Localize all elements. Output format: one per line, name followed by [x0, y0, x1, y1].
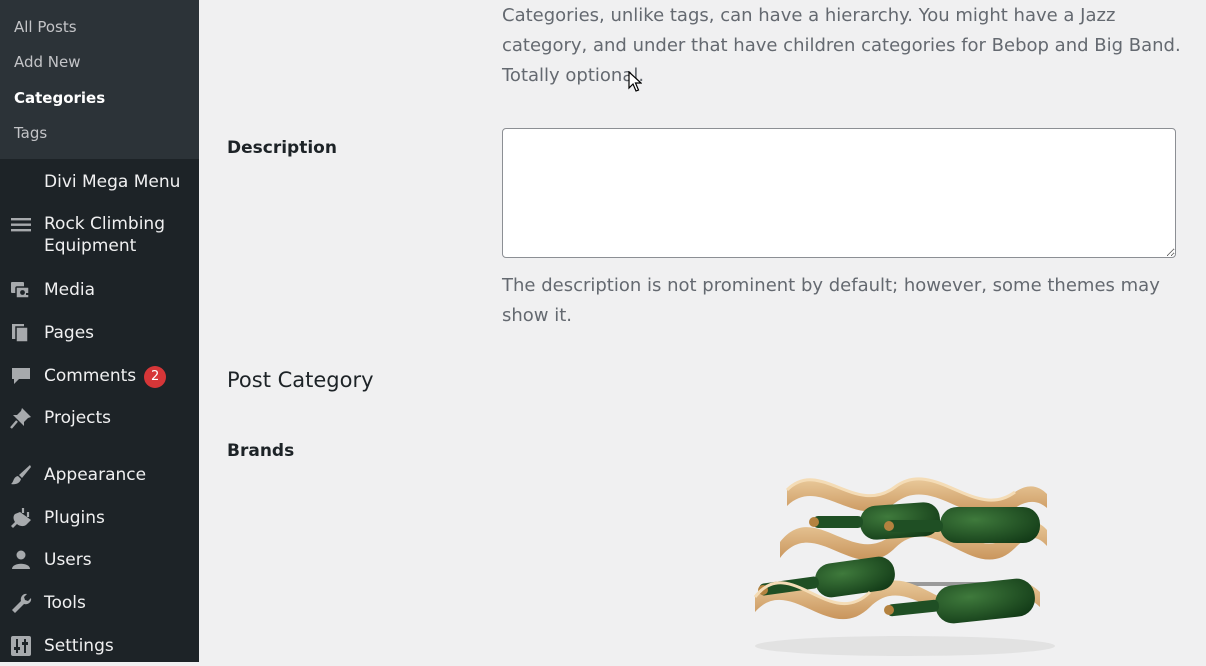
- comment-count-badge: 2: [144, 366, 167, 388]
- menu-plugins[interactable]: Plugins: [0, 501, 199, 535]
- menu-label: Settings: [44, 636, 114, 656]
- description-textarea[interactable]: [502, 128, 1176, 258]
- settings-icon: [10, 635, 32, 657]
- pages-icon: [10, 322, 32, 344]
- posts-submenu: All Posts Add New Categories Tags: [0, 0, 199, 159]
- brands-label: Brands: [227, 441, 295, 461]
- mouse-cursor-icon: [628, 70, 643, 93]
- submenu-categories[interactable]: Categories: [14, 88, 105, 108]
- edit-category-form: Categories, unlike tags, can have a hier…: [199, 0, 1206, 662]
- menu-pages[interactable]: Pages: [0, 316, 199, 350]
- menu-divi-mega-menu[interactable]: Divi Mega Menu: [0, 165, 199, 199]
- menu-label: Tools: [44, 593, 86, 613]
- parent-category-help-text: Categories, unlike tags, can have a hier…: [502, 5, 1181, 86]
- menu-rock-climbing-equipment[interactable]: Rock Climbing Equipment: [0, 208, 199, 262]
- admin-sidebar: All Posts Add New Categories Tags Divi M…: [0, 0, 199, 662]
- menu-label-wrap: Comments 2: [44, 365, 167, 388]
- menu-media[interactable]: Media: [0, 273, 199, 307]
- submenu-tags[interactable]: Tags: [14, 123, 47, 143]
- wrench-icon: [10, 592, 32, 614]
- menu-users[interactable]: Users: [0, 543, 199, 577]
- menu-label: Plugins: [44, 508, 105, 528]
- plug-icon: [10, 507, 32, 529]
- pin-icon: [10, 407, 32, 429]
- menu-label: Divi Mega Menu: [44, 172, 181, 192]
- menu-label: Media: [44, 280, 96, 300]
- submenu-all-posts[interactable]: All Posts: [14, 17, 77, 37]
- comment-icon: [10, 365, 32, 387]
- list-icon: [10, 214, 32, 236]
- menu-label: Projects: [44, 408, 112, 428]
- post-category-heading: Post Category: [227, 368, 374, 392]
- menu-label-line2: Equipment: [44, 236, 137, 256]
- menu-settings[interactable]: Settings: [0, 629, 199, 663]
- brush-icon: [10, 464, 32, 486]
- wine-rack-product-image: [735, 432, 1075, 662]
- menu-label: Comments: [44, 366, 137, 386]
- menu-tools[interactable]: Tools: [0, 586, 199, 620]
- menu-label: Appearance: [44, 465, 147, 485]
- menu-label-line1: Rock Climbing: [44, 214, 166, 234]
- description-label: Description: [227, 138, 337, 158]
- menu-label: Users: [44, 550, 92, 570]
- menu-projects[interactable]: Projects: [0, 401, 199, 435]
- user-icon: [10, 549, 32, 571]
- menu-label: Pages: [44, 323, 95, 343]
- submenu-add-new[interactable]: Add New: [14, 52, 81, 72]
- description-help-text: The description is not prominent by defa…: [502, 275, 1160, 326]
- menu-comments[interactable]: Comments 2: [0, 359, 199, 393]
- menu-appearance[interactable]: Appearance: [0, 458, 199, 492]
- media-icon: [10, 279, 32, 301]
